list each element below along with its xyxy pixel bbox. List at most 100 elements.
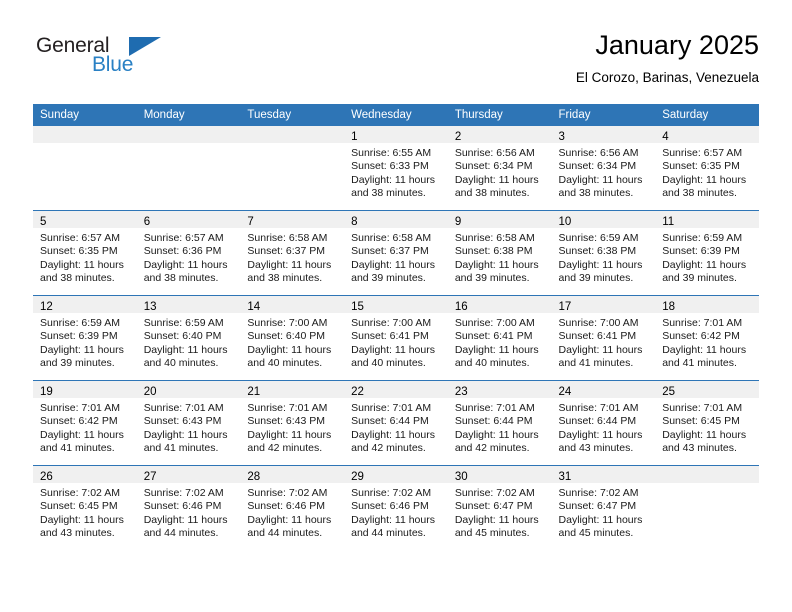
daylight-text: Daylight: 11 hours xyxy=(40,258,124,271)
calendar-day-cell[interactable]: 28 Sunrise: 7:02 AM Sunset: 6:46 PM Dayligh… xyxy=(240,465,345,550)
sunset-text: Sunset: 6:39 PM xyxy=(662,245,740,258)
daylight-text: Daylight: 11 hours xyxy=(247,428,332,441)
calendar-day-cell[interactable]: 9 Sunrise: 6:58 AM Sunset: 6:38 PM Daylight… xyxy=(447,210,552,296)
sunset-text: Sunset: 6:34 PM xyxy=(454,160,533,173)
calendar-day-cell[interactable]: 7 Sunrise: 6:58 AM Sunset: 6:37 PM Daylight… xyxy=(240,210,345,296)
sunrise-text: Sunrise: 7:01 AM xyxy=(351,402,432,414)
sunrise-text: Sunrise: 6:57 AM xyxy=(143,232,224,244)
day-number: 19 xyxy=(40,386,53,398)
daylight-text: and 43 minutes. xyxy=(558,442,634,455)
sunrise-text: Sunrise: 7:01 AM xyxy=(454,402,535,414)
daylight-text: and 42 minutes. xyxy=(247,442,323,455)
calendar-day-cell[interactable]: 4 Sunrise: 6:57 AM Sunset: 6:35 PM Daylight… xyxy=(655,126,759,211)
day-number-band: 23 xyxy=(447,381,552,398)
day-details: Sunrise: 6:57 AM Sunset: 6:35 PM Daylight:… xyxy=(33,228,137,286)
calendar-day-cell[interactable]: 31 Sunrise: 7:02 AM Sunset: 6:47 PM Dayligh… xyxy=(551,465,656,550)
day-number-band: 9 xyxy=(447,211,552,228)
day-details: Sunrise: 7:02 AM Sunset: 6:47 PM Daylight:… xyxy=(448,483,552,541)
sunrise-text: Sunrise: 7:02 AM xyxy=(40,487,120,499)
calendar-day-cell[interactable]: 2 Sunrise: 6:56 AM Sunset: 6:34 PM Daylight… xyxy=(447,126,552,211)
sunrise-text: Sunrise: 6:55 AM xyxy=(351,147,432,159)
sunset-text: Sunset: 6:40 PM xyxy=(247,330,326,343)
day-details: Sunrise: 6:59 AM Sunset: 6:38 PM Daylight:… xyxy=(552,228,656,286)
day-details: Sunrise: 6:58 AM Sunset: 6:37 PM Daylight:… xyxy=(240,228,344,286)
calendar-day-cell-empty xyxy=(136,126,241,211)
calendar-day-cell[interactable]: 19 Sunrise: 7:01 AM Sunset: 6:42 PM Dayligh… xyxy=(33,380,137,466)
daylight-text: and 41 minutes. xyxy=(558,357,634,370)
daylight-text: Daylight: 11 hours xyxy=(351,258,435,271)
day-details: Sunrise: 6:56 AM Sunset: 6:34 PM Daylight:… xyxy=(552,143,656,201)
calendar-day-cell[interactable]: 8 Sunrise: 6:58 AM Sunset: 6:37 PM Daylight… xyxy=(344,210,448,296)
calendar-day-cell[interactable]: 13 Sunrise: 6:59 AM Sunset: 6:40 PM Dayligh… xyxy=(136,295,241,381)
calendar-day-cell[interactable]: 23 Sunrise: 7:01 AM Sunset: 6:44 PM Dayligh… xyxy=(447,380,552,466)
day-number: 17 xyxy=(558,301,572,313)
day-number-band: 26 xyxy=(33,466,137,483)
day-number-band: 29 xyxy=(344,466,448,483)
calendar-day-cell[interactable]: 10 Sunrise: 6:59 AM Sunset: 6:38 PM Dayligh… xyxy=(551,210,656,296)
day-details: Sunrise: 7:00 AM Sunset: 6:41 PM Daylight:… xyxy=(448,313,552,371)
daylight-text: Daylight: 11 hours xyxy=(558,513,643,526)
day-details: Sunrise: 7:01 AM Sunset: 6:44 PM Daylight:… xyxy=(552,398,656,456)
day-details: Sunrise: 7:01 AM Sunset: 6:43 PM Daylight:… xyxy=(137,398,241,456)
calendar-day-cell[interactable]: 6 Sunrise: 6:57 AM Sunset: 6:36 PM Daylight… xyxy=(136,210,241,296)
calendar-day-cell[interactable]: 12 Sunrise: 6:59 AM Sunset: 6:39 PM Dayligh… xyxy=(33,295,137,381)
day-number-band: 1 xyxy=(344,126,448,143)
calendar-day-cell[interactable]: 16 Sunrise: 7:00 AM Sunset: 6:41 PM Dayligh… xyxy=(447,295,552,381)
daylight-text: Daylight: 11 hours xyxy=(558,173,643,186)
daylight-text: Daylight: 11 hours xyxy=(558,258,643,271)
calendar-day-cell[interactable]: 27 Sunrise: 7:02 AM Sunset: 6:46 PM Dayligh… xyxy=(136,465,241,550)
calendar-day-cell[interactable]: 29 Sunrise: 7:02 AM Sunset: 6:46 PM Dayligh… xyxy=(344,465,448,550)
calendar-day-cell[interactable]: 3 Sunrise: 6:56 AM Sunset: 6:34 PM Daylight… xyxy=(551,126,656,211)
daylight-text: Daylight: 11 hours xyxy=(351,173,435,186)
sunset-text: Sunset: 6:47 PM xyxy=(454,500,533,513)
day-number: 13 xyxy=(143,301,157,313)
day-details: Sunrise: 7:01 AM Sunset: 6:42 PM Daylight:… xyxy=(33,398,137,456)
sunrise-text: Sunrise: 7:02 AM xyxy=(454,487,535,499)
sunrise-text: Sunrise: 7:00 AM xyxy=(558,317,639,329)
calendar-day-cell[interactable]: 14 Sunrise: 7:00 AM Sunset: 6:40 PM Dayligh… xyxy=(240,295,345,381)
calendar-day-cell[interactable]: 22 Sunrise: 7:01 AM Sunset: 6:44 PM Dayligh… xyxy=(344,380,448,466)
daylight-text: and 38 minutes. xyxy=(247,272,323,285)
day-number-band: 31 xyxy=(551,466,656,483)
day-details: Sunrise: 7:00 AM Sunset: 6:41 PM Daylight:… xyxy=(344,313,448,371)
sunrise-text: Sunrise: 7:00 AM xyxy=(351,317,432,329)
daylight-text: and 38 minutes. xyxy=(558,187,634,200)
calendar-day-cell[interactable]: 21 Sunrise: 7:01 AM Sunset: 6:43 PM Dayligh… xyxy=(240,380,345,466)
sunset-text: Sunset: 6:42 PM xyxy=(662,330,740,343)
sunset-text: Sunset: 6:44 PM xyxy=(351,415,429,428)
sunset-text: Sunset: 6:46 PM xyxy=(247,500,326,513)
generalblue-logo[interactable]: General Blue xyxy=(36,34,196,84)
daylight-text: Daylight: 11 hours xyxy=(454,258,539,271)
weekday-header-tuesday: Tuesday xyxy=(240,104,345,126)
calendar-day-cell[interactable]: 15 Sunrise: 7:00 AM Sunset: 6:41 PM Dayligh… xyxy=(344,295,448,381)
calendar-day-cell[interactable]: 11 Sunrise: 6:59 AM Sunset: 6:39 PM Dayligh… xyxy=(655,210,759,296)
sunrise-text: Sunrise: 6:58 AM xyxy=(351,232,432,244)
sunset-text: Sunset: 6:39 PM xyxy=(40,330,118,343)
day-number-band: 28 xyxy=(240,466,345,483)
sunset-text: Sunset: 6:46 PM xyxy=(351,500,429,513)
calendar-day-cell[interactable]: 25 Sunrise: 7:01 AM Sunset: 6:45 PM Dayligh… xyxy=(655,380,759,466)
daylight-text: Daylight: 11 hours xyxy=(454,173,539,186)
calendar-day-cell-empty xyxy=(655,465,759,550)
calendar-day-cell[interactable]: 18 Sunrise: 7:01 AM Sunset: 6:42 PM Dayligh… xyxy=(655,295,759,381)
calendar-day-cell[interactable]: 26 Sunrise: 7:02 AM Sunset: 6:45 PM Dayligh… xyxy=(33,465,137,550)
day-number-band: 15 xyxy=(344,296,448,313)
calendar-day-cell[interactable]: 1 Sunrise: 6:55 AM Sunset: 6:33 PM Daylight… xyxy=(344,126,448,211)
calendar-day-cell[interactable]: 24 Sunrise: 7:01 AM Sunset: 6:44 PM Dayligh… xyxy=(551,380,656,466)
daylight-text: and 40 minutes. xyxy=(143,357,219,370)
calendar-day-cell[interactable]: 17 Sunrise: 7:00 AM Sunset: 6:41 PM Dayligh… xyxy=(551,295,656,381)
sunset-text: Sunset: 6:34 PM xyxy=(558,160,637,173)
calendar-day-cell[interactable]: 30 Sunrise: 7:02 AM Sunset: 6:47 PM Dayligh… xyxy=(447,465,552,550)
calendar-day-cell[interactable]: 5 Sunrise: 6:57 AM Sunset: 6:35 PM Daylight… xyxy=(33,210,137,296)
daylight-text: Daylight: 11 hours xyxy=(454,343,539,356)
daylight-text: and 39 minutes. xyxy=(40,357,115,370)
sunset-text: Sunset: 6:46 PM xyxy=(143,500,222,513)
day-number: 28 xyxy=(247,471,261,483)
calendar-day-cell[interactable]: 20 Sunrise: 7:01 AM Sunset: 6:43 PM Dayligh… xyxy=(136,380,241,466)
day-details: Sunrise: 6:59 AM Sunset: 6:40 PM Daylight:… xyxy=(137,313,241,371)
day-number-band: 2 xyxy=(447,126,552,143)
day-number: 27 xyxy=(143,471,157,483)
day-number: 30 xyxy=(454,471,468,483)
day-number-band: 19 xyxy=(33,381,137,398)
daylight-text: Daylight: 11 hours xyxy=(143,258,228,271)
